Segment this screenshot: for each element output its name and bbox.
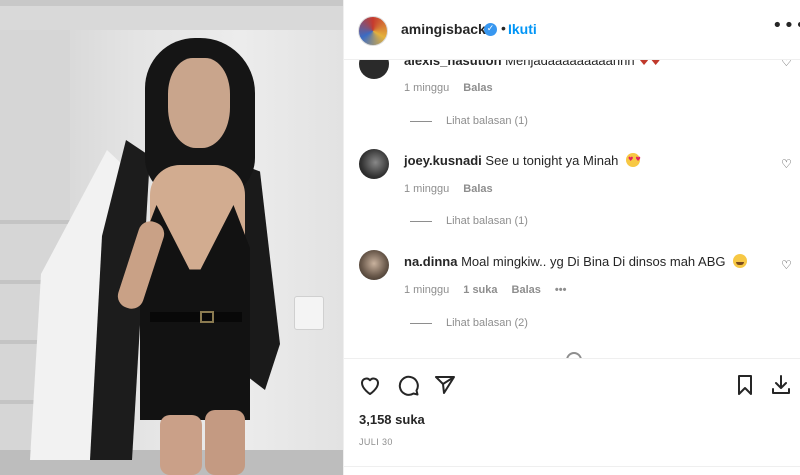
bookmark-icon[interactable] — [733, 373, 757, 397]
comment-username[interactable]: alexis_nasution — [404, 60, 502, 68]
light-switch — [294, 296, 324, 330]
comment-time: 1 minggu — [404, 82, 450, 94]
comment-text: Menjadaaaaaaaaahhh — [505, 60, 635, 68]
reply-button[interactable]: Balas — [463, 82, 492, 94]
like-comment-icon[interactable]: ♡ — [781, 258, 792, 272]
post-photo[interactable] — [0, 30, 343, 475]
comments-list[interactable]: alexis_nasution Menjadaaaaaaaaahhh ♥♥ ♡ … — [344, 60, 800, 358]
add-comment-area[interactable] — [344, 466, 800, 475]
author-username[interactable]: amingisback — [401, 21, 486, 37]
comment-text: See u tonight ya Minah — [485, 153, 619, 168]
replies-dash — [410, 220, 432, 222]
post-date: JULI 30 — [359, 437, 393, 447]
post-header: amingisback ✓ • Ikuti ••• — [344, 0, 800, 60]
comment-line: alexis_nasution Menjadaaaaaaaaahhh ♥♥ — [404, 60, 662, 69]
likes-count[interactable]: 3,158 suka — [359, 412, 425, 427]
comment-text: Moal mingkiw.. yg Di Bina Di dinsos mah … — [461, 254, 726, 269]
verified-badge-icon: ✓ — [484, 23, 497, 36]
comment-username[interactable]: na.dinna — [404, 254, 457, 269]
view-replies-label[interactable]: Lihat balasan (2) — [446, 317, 528, 329]
comment-meta: 1 minggu Balas — [404, 82, 493, 94]
top-bar — [0, 0, 343, 6]
commenter-avatar[interactable] — [359, 250, 389, 280]
view-replies-label[interactable]: Lihat balasan (1) — [446, 215, 528, 227]
crying-laughing-emoji — [733, 254, 748, 268]
post-panel: amingisback ✓ • Ikuti ••• alexis_nasutio… — [343, 0, 800, 475]
like-comment-icon[interactable]: ♡ — [781, 157, 792, 171]
speech-bubble-icon[interactable] — [396, 373, 420, 397]
view-replies-label[interactable]: Lihat balasan (1) — [446, 115, 528, 127]
paper-plane-icon[interactable] — [433, 373, 457, 397]
more-options-icon[interactable]: ••• — [772, 15, 800, 36]
reply-button[interactable]: Balas — [463, 183, 492, 195]
belt — [150, 312, 242, 322]
leg — [205, 410, 245, 475]
comment-line: joey.kusnadi See u tonight ya Minah ♥ ♥ — [404, 153, 641, 168]
comment-options-icon[interactable]: ••• — [555, 284, 567, 296]
heart-emoji: ♥♥ — [638, 60, 662, 69]
replies-dash — [410, 322, 432, 324]
replies-dash — [410, 120, 432, 122]
comment-meta: 1 minggu Balas — [404, 183, 493, 195]
comment-line: na.dinna Moal mingkiw.. yg Di Bina Di di… — [404, 254, 748, 269]
browser-top-strip — [0, 0, 343, 30]
author-avatar[interactable] — [358, 16, 388, 46]
comment-time: 1 minggu — [404, 284, 450, 296]
heart-outline-icon[interactable] — [358, 373, 382, 397]
view-replies-button[interactable]: Lihat balasan (2) — [410, 317, 528, 329]
like-comment-icon[interactable]: ♡ — [781, 60, 792, 69]
belt-buckle — [200, 311, 214, 323]
heart-eyes-emoji: ♥ ♥ — [626, 153, 641, 167]
commenter-avatar[interactable] — [359, 149, 389, 179]
comment-likes[interactable]: 1 suka — [463, 284, 497, 296]
comment-time: 1 minggu — [404, 183, 450, 195]
separator-dot: • — [501, 20, 506, 36]
view-replies-button[interactable]: Lihat balasan (1) — [410, 115, 528, 127]
face — [168, 58, 230, 148]
post-actions: 3,158 suka JULI 30 — [344, 358, 800, 475]
download-icon[interactable] — [769, 373, 793, 397]
comment-meta: 1 minggu 1 suka Balas ••• — [404, 284, 566, 296]
reply-button[interactable]: Balas — [512, 284, 541, 296]
commenter-avatar[interactable] — [359, 60, 389, 79]
follow-button[interactable]: Ikuti — [508, 21, 537, 37]
leg — [160, 415, 202, 475]
comment-username[interactable]: joey.kusnadi — [404, 153, 482, 168]
view-replies-button[interactable]: Lihat balasan (1) — [410, 215, 528, 227]
